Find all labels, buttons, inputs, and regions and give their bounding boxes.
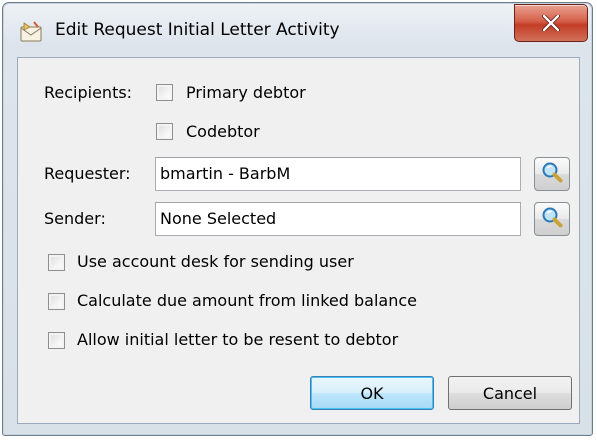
- recipients-label: Recipients:: [44, 83, 133, 102]
- dialog-content: Recipients: Primary debtor Codebtor Requ…: [17, 57, 580, 424]
- magnifier-icon: [540, 160, 564, 188]
- primary-debtor-label[interactable]: Primary debtor: [186, 83, 306, 102]
- codebtor-label[interactable]: Codebtor: [186, 122, 260, 141]
- dialog-title: Edit Request Initial Letter Activity: [55, 20, 340, 40]
- sender-label: Sender:: [44, 209, 106, 228]
- allow-resend-checkbox[interactable]: [48, 332, 65, 349]
- allow-resend-label[interactable]: Allow initial letter to be resent to deb…: [77, 330, 398, 349]
- cancel-button[interactable]: Cancel: [448, 376, 572, 410]
- sender-field[interactable]: None Selected: [155, 202, 521, 236]
- use-account-desk-label[interactable]: Use account desk for sending user: [77, 252, 354, 271]
- requester-field[interactable]: bmartin - BarbM: [155, 157, 521, 191]
- requester-label: Requester:: [44, 164, 131, 183]
- calculate-due-amount-checkbox[interactable]: [48, 293, 65, 310]
- requester-lookup-button[interactable]: [534, 157, 570, 191]
- calculate-due-amount-label[interactable]: Calculate due amount from linked balance: [77, 291, 417, 310]
- dialog-window: Edit Request Initial Letter Activity Rec…: [2, 2, 593, 436]
- use-account-desk-checkbox[interactable]: [48, 254, 65, 271]
- cancel-button-label: Cancel: [482, 383, 538, 403]
- ok-button[interactable]: OK: [310, 376, 434, 410]
- close-icon: [542, 15, 560, 31]
- envelope-icon: [18, 21, 44, 43]
- title-bar[interactable]: Edit Request Initial Letter Activity: [3, 3, 592, 57]
- close-button[interactable]: [514, 4, 588, 42]
- magnifier-icon: [540, 205, 564, 233]
- sender-lookup-button[interactable]: [534, 202, 570, 236]
- primary-debtor-checkbox[interactable]: [156, 84, 173, 101]
- ok-button-label: OK: [360, 383, 384, 403]
- codebtor-checkbox[interactable]: [156, 123, 173, 140]
